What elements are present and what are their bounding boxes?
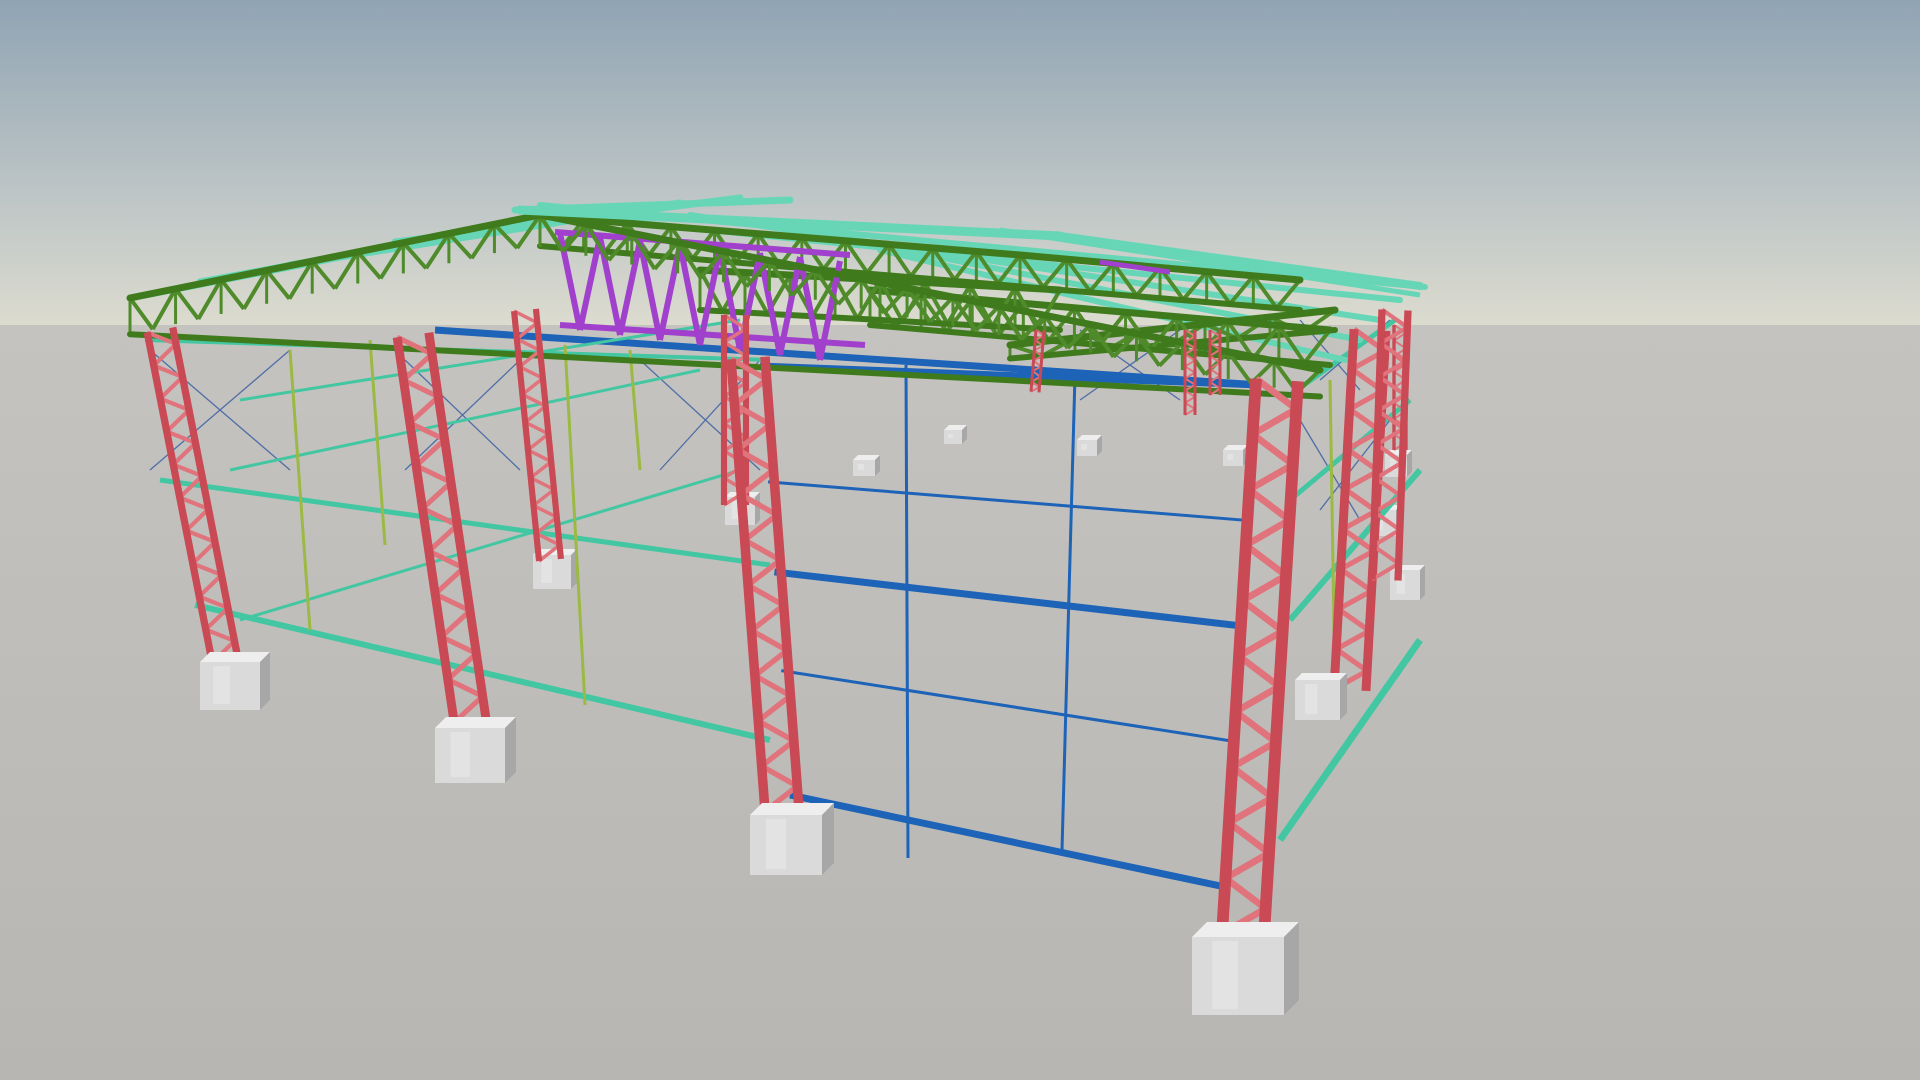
3d-viewport[interactable]: [0, 0, 1920, 1080]
rear-footing-0-highlight: [857, 464, 864, 470]
footing-right-front-highlight: [1212, 941, 1238, 1009]
footing-left-mid-top: [435, 717, 516, 728]
structure-model[interactable]: [0, 0, 1920, 1080]
footing-right-mid-highlight: [1304, 684, 1318, 714]
footing-left-front-top: [200, 652, 270, 662]
footing-left-front-side: [260, 652, 270, 710]
footing-center-front-side: [822, 803, 834, 875]
footing-right-front-top: [1192, 922, 1299, 937]
rear-footing-6-side: [1420, 565, 1425, 600]
rear-footing-3-highlight: [1227, 454, 1233, 460]
footing-right-mid-top: [1295, 673, 1347, 680]
footing-left-mid-side: [505, 717, 516, 783]
footing-center-rear-side: [755, 492, 760, 525]
footing-left-rear-highlight: [541, 559, 552, 583]
rear-footing-1-highlight: [947, 434, 953, 438]
footing-left-mid-highlight: [450, 732, 470, 777]
footing-right-front-side: [1284, 922, 1299, 1015]
rear-footing-2-highlight: [1081, 444, 1087, 450]
footing-right-mid-side: [1340, 673, 1347, 720]
footing-left-front-highlight: [213, 666, 230, 704]
end-wall-post-0: [904, 364, 910, 859]
footing-center-front-highlight: [765, 819, 786, 869]
footing-center-front-top: [750, 803, 834, 815]
